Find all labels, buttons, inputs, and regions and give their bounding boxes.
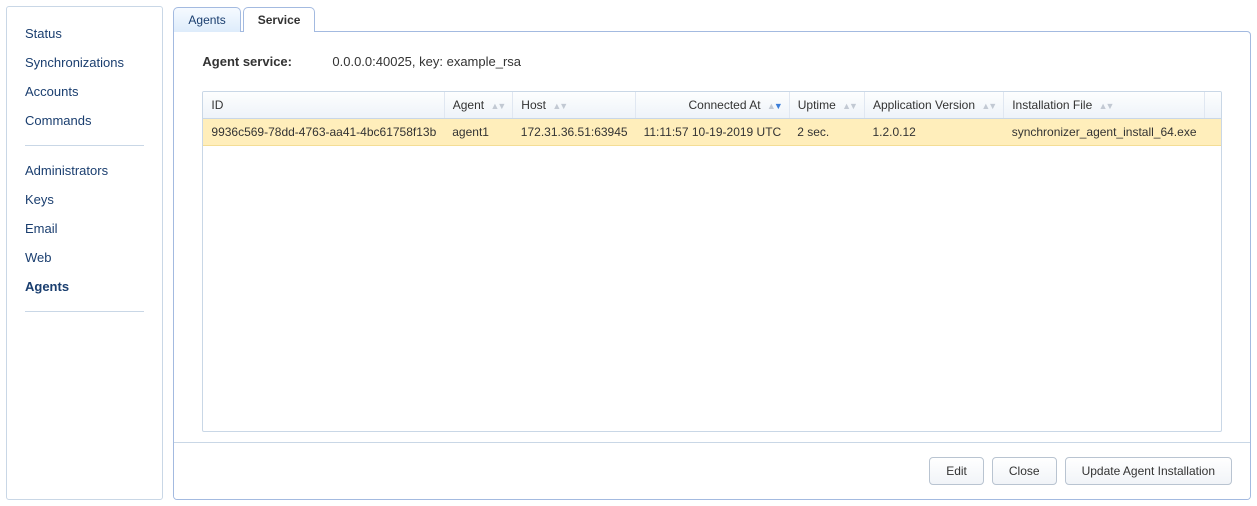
sidebar-divider-2 — [25, 311, 144, 312]
cell-connected-at: 11:11:57 10-19-2019 UTC — [636, 119, 790, 146]
sort-icon: ▲▼ — [842, 101, 856, 111]
col-agent[interactable]: Agent ▲▼ — [444, 92, 513, 119]
panel-footer: Edit Close Update Agent Installation — [174, 442, 1250, 499]
cell-app-version: 1.2.0.12 — [864, 119, 1003, 146]
sidebar-divider — [25, 145, 144, 146]
sidebar-item-synchronizations[interactable]: Synchronizations — [7, 48, 162, 77]
sidebar-item-status[interactable]: Status — [7, 19, 162, 48]
col-uptime[interactable]: Uptime ▲▼ — [789, 92, 864, 119]
col-uptime-label: Uptime — [798, 98, 836, 112]
col-id[interactable]: ID — [203, 92, 444, 119]
col-app-version[interactable]: Application Version ▲▼ — [864, 92, 1003, 119]
sort-icon: ▲▼ — [490, 101, 504, 111]
update-agent-installation-button[interactable]: Update Agent Installation — [1065, 457, 1232, 485]
cell-id: 9936c569-78dd-4763-aa41-4bc61758f13b — [203, 119, 444, 146]
app-layout: Status Synchronizations Accounts Command… — [0, 0, 1257, 506]
cell-spacer — [1205, 119, 1222, 146]
col-host[interactable]: Host ▲▼ — [513, 92, 636, 119]
col-scroll-spacer — [1205, 92, 1222, 119]
sidebar-item-web[interactable]: Web — [7, 243, 162, 272]
service-panel: Agent service: 0.0.0.0:40025, key: examp… — [173, 31, 1251, 500]
tab-agents[interactable]: Agents — [173, 7, 240, 32]
tab-service[interactable]: Service — [243, 7, 316, 32]
agent-service-label: Agent service: — [202, 54, 332, 69]
table-row[interactable]: 9936c569-78dd-4763-aa41-4bc61758f13b age… — [203, 119, 1221, 146]
sidebar-item-agents[interactable]: Agents — [7, 272, 162, 301]
sidebar: Status Synchronizations Accounts Command… — [6, 6, 163, 500]
agent-service-value: 0.0.0.0:40025, key: example_rsa — [332, 54, 521, 69]
cell-install-file: synchronizer_agent_install_64.exe — [1004, 119, 1205, 146]
sort-icon-active: ▲▼ — [767, 101, 781, 111]
col-host-label: Host — [521, 98, 546, 112]
sort-icon: ▲▼ — [552, 101, 566, 111]
col-connected-at[interactable]: Connected At ▲▼ — [636, 92, 790, 119]
table-header-row: ID Agent ▲▼ Host ▲▼ — [203, 92, 1221, 119]
sidebar-item-email[interactable]: Email — [7, 214, 162, 243]
sidebar-item-keys[interactable]: Keys — [7, 185, 162, 214]
agents-table: ID Agent ▲▼ Host ▲▼ — [203, 92, 1221, 146]
col-id-label: ID — [211, 98, 223, 112]
sidebar-item-administrators[interactable]: Administrators — [7, 156, 162, 185]
cell-host: 172.31.36.51:63945 — [513, 119, 636, 146]
sidebar-item-commands[interactable]: Commands — [7, 106, 162, 135]
sidebar-group-1: Status Synchronizations Accounts Command… — [7, 15, 162, 139]
cell-agent: agent1 — [444, 119, 513, 146]
col-agent-label: Agent — [453, 98, 484, 112]
panel-body: Agent service: 0.0.0.0:40025, key: examp… — [174, 32, 1250, 442]
tab-bar: Agents Service — [173, 6, 1251, 32]
agents-table-container: ID Agent ▲▼ Host ▲▼ — [202, 91, 1222, 432]
close-button[interactable]: Close — [992, 457, 1057, 485]
col-install-file[interactable]: Installation File ▲▼ — [1004, 92, 1205, 119]
sidebar-group-2: Administrators Keys Email Web Agents — [7, 152, 162, 305]
edit-button[interactable]: Edit — [929, 457, 984, 485]
sort-icon: ▲▼ — [981, 101, 995, 111]
sort-icon: ▲▼ — [1099, 101, 1113, 111]
col-install-file-label: Installation File — [1012, 98, 1092, 112]
main-area: Agents Service Agent service: 0.0.0.0:40… — [173, 6, 1251, 500]
sidebar-item-accounts[interactable]: Accounts — [7, 77, 162, 106]
col-connected-at-label: Connected At — [688, 98, 760, 112]
col-app-version-label: Application Version — [873, 98, 975, 112]
agent-service-line: Agent service: 0.0.0.0:40025, key: examp… — [202, 54, 1222, 69]
cell-uptime: 2 sec. — [789, 119, 864, 146]
